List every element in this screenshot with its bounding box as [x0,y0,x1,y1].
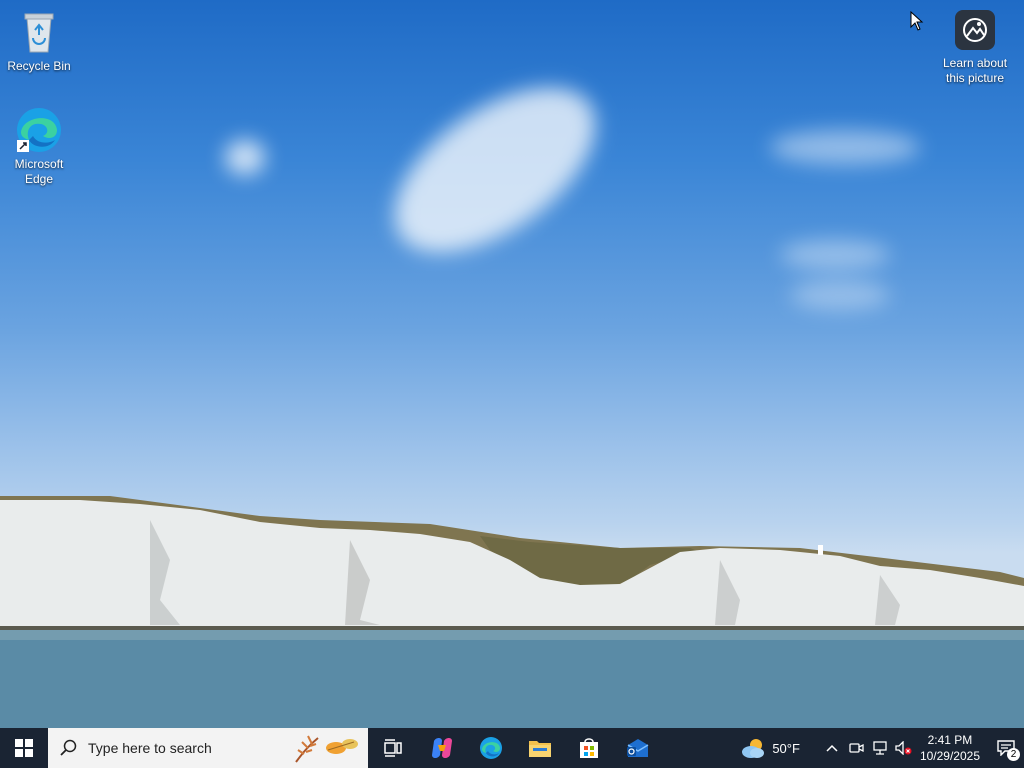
network-button[interactable] [868,728,892,768]
folder-icon [528,741,551,757]
search-highlight-autumn-icon [295,735,358,763]
volume-button[interactable] [892,728,916,768]
meet-now-button[interactable] [844,728,868,768]
clock-time: 2:41 PM [927,733,973,747]
chevron-up-icon [826,744,838,752]
search-icon [60,739,77,756]
wallpaper-cliffs [0,496,1024,728]
store-icon [579,738,598,758]
mouse-cursor-icon [910,10,924,36]
learn-about-picture[interactable]: Learn about this picture [936,10,1014,86]
show-hidden-icons-button[interactable] [820,728,844,768]
copilot-button[interactable] [417,728,466,768]
volume-muted-icon [895,741,912,755]
notification-center-button[interactable]: 2 [988,728,1024,768]
edge-shortcut[interactable]: Microsoft Edge [1,106,77,187]
start-button[interactable] [0,728,48,768]
edge-taskbar-button[interactable] [466,728,515,768]
recycle-bin-label: Recycle Bin [7,59,71,73]
camera-icon [955,10,995,50]
microsoft-store-button[interactable] [564,728,613,768]
edge-icon [15,106,63,154]
task-view-icon [383,739,402,757]
windows-logo-icon [15,739,33,757]
outlook-button[interactable] [613,728,662,768]
edge-icon [479,737,502,759]
outlook-icon [626,739,648,757]
system-tray: 50°F 2:41 PM 10/29/2025 2 [740,728,1024,768]
weather-temperature: 50°F [772,740,800,756]
task-view-button[interactable] [368,728,417,768]
notification-count-badge: 2 [1007,748,1020,761]
search-placeholder: Type here to search [88,740,212,756]
recycle-bin-shortcut[interactable]: Recycle Bin [1,8,77,74]
network-icon [873,741,887,755]
weather-widget[interactable]: 50°F [740,737,800,759]
desktop-wallpaper: Recycle Bin Microsoft Edge Learn about t… [0,0,1024,728]
taskbar-search-box[interactable]: Type here to search [48,728,368,768]
clock-date: 10/29/2025 [919,749,980,763]
edge-shortcut-label: Microsoft Edge [14,157,64,186]
learn-about-picture-label: Learn about this picture [942,56,1008,85]
taskbar: Type here to search 50°F 2:41 PM 10/29/2… [0,728,1024,768]
taskbar-clock[interactable]: 2:41 PM 10/29/2025 [920,732,980,764]
file-explorer-button[interactable] [515,728,564,768]
copilot-icon [431,738,452,758]
recycle-bin-icon [15,8,63,56]
cloud-sun-icon [742,739,765,758]
video-camera-icon [849,743,864,753]
